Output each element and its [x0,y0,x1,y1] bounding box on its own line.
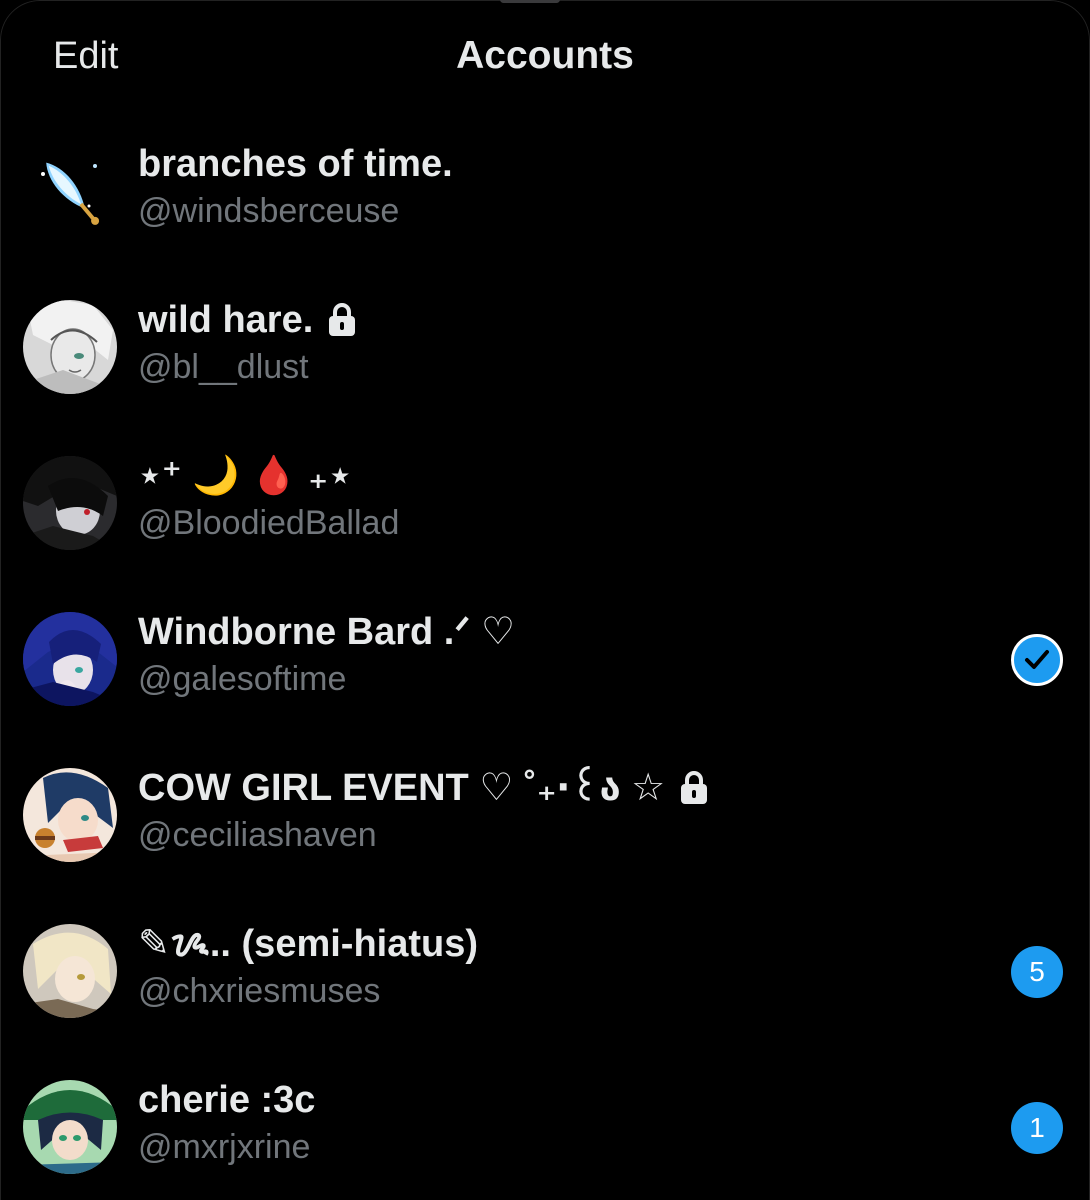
green-hat-portrait [23,1080,117,1174]
account-display-name: COW GIRL EVENT ♡ ˚₊‧꒰ა ☆ [138,766,709,810]
dark-portrait [23,456,117,550]
account-display-name: branches of time. [138,142,453,186]
display-name-text: branches of time. [138,143,453,185]
active-account-check [1011,634,1063,686]
notification-badge: 5 [1011,946,1063,998]
account-display-name: ⋆⁺ 🌙 🩸 ₊⋆ [138,454,352,498]
account-row[interactable]: Windborne Bard .ᐟ ♡ @galesoftime [0,580,1090,736]
account-list: branches of time. @windsberceuse wild ha… [0,112,1090,1200]
display-name-text: cherie :3c [138,1079,316,1121]
account-display-name: Windborne Bard .ᐟ ♡ [138,610,515,654]
display-name-text: COW GIRL EVENT ♡ ˚₊‧꒰ა ☆ [138,767,666,809]
lock-icon [329,303,356,336]
account-display-name: ✎ᝰ.. (semi-hiatus) [138,922,478,966]
account-row[interactable]: COW GIRL EVENT ♡ ˚₊‧꒰ა ☆ @ceciliashaven [0,736,1090,892]
account-row[interactable]: cherie :3c @mxrjxrine 1 [0,1048,1090,1200]
display-name-text: ✎ᝰ.. (semi-hiatus) [138,923,479,965]
notification-badge: 1 [1011,1102,1063,1154]
lock-icon [681,771,708,804]
teal-hair-portrait [23,768,117,862]
account-row[interactable]: wild hare. @bl__dlust [0,268,1090,424]
page-title: Accounts [456,34,634,77]
sheet-header: Edit Accounts [0,0,1090,115]
feather-icon [23,144,117,238]
avatar [23,768,117,862]
account-handle: @galesoftime [138,660,347,698]
display-name-text: ⋆⁺ 🌙 🩸 ₊⋆ [138,455,352,497]
avatar [23,1080,117,1174]
avatar [23,612,117,706]
avatar [23,456,117,550]
checkmark-icon [1025,650,1049,669]
account-row[interactable]: branches of time. @windsberceuse [0,112,1090,268]
avatar [23,144,117,238]
account-handle: @windsberceuse [138,192,400,230]
account-handle: @BloodiedBallad [138,504,400,542]
account-handle: @bl__dlust [138,348,309,386]
avatar [23,300,117,394]
blue-hair-portrait [23,612,117,706]
display-name-text: Windborne Bard .ᐟ ♡ [138,611,516,653]
account-row[interactable]: ✎ᝰ.. (semi-hiatus) @chxriesmuses 5 [0,892,1090,1048]
account-display-name: cherie :3c [138,1078,315,1122]
account-handle: @chxriesmuses [138,972,381,1010]
accounts-sheet: Edit Accounts branches of time. @windsbe… [0,0,1090,1200]
blonde-portrait [23,924,117,1018]
account-handle: @mxrjxrine [138,1128,311,1166]
account-row[interactable]: ⋆⁺ 🌙 🩸 ₊⋆ @BloodiedBallad [0,424,1090,580]
display-name-text: wild hare. [138,299,314,341]
sketch-portrait [23,300,117,394]
account-handle: @ceciliashaven [138,816,377,854]
account-display-name: wild hare. [138,298,357,342]
avatar [23,924,117,1018]
